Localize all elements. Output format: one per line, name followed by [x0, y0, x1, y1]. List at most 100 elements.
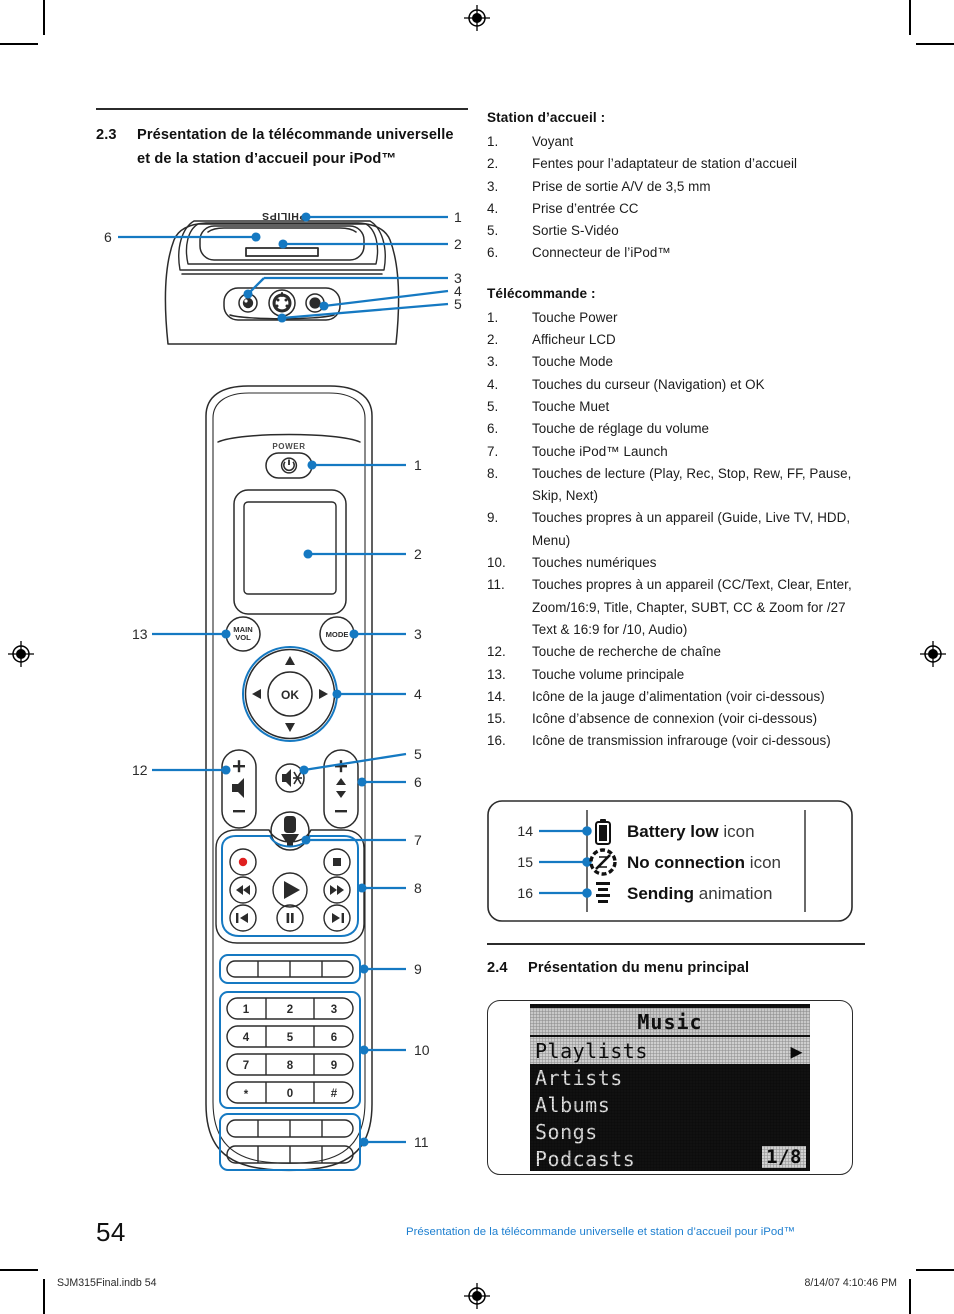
dock-callout-1: 1 [454, 209, 462, 225]
item-text: Touche de réglage du volume [532, 421, 710, 437]
svg-text:4: 4 [243, 1032, 250, 1044]
item-text: Touche volume principale [532, 666, 685, 682]
list-item: 6. Touche de réglage du volume [487, 418, 865, 440]
lcd-menu-item[interactable]: Albums [530, 1091, 810, 1118]
item-number: 1. [487, 309, 499, 325]
list-item: 1. Touche Power [487, 307, 865, 329]
dock-list-heading: Station d’accueil : [487, 110, 606, 125]
cursor-left-icon [252, 689, 261, 699]
item-number: 6. [487, 245, 499, 261]
list-item: 11. Touches propres à un appareil (CC/Tex… [487, 574, 865, 641]
item-text: Voyant [532, 134, 574, 149]
item-text: Touches du curseur (Navigation) et OK [532, 376, 765, 392]
item-text: Touche iPod™ Launch [532, 443, 668, 459]
remote-callout-1: 1 [414, 457, 422, 473]
mode-label: MODE [326, 630, 349, 639]
item-text: Touche de recherche de chaîne [532, 644, 722, 660]
lcd-menu-item[interactable]: Songs [530, 1118, 810, 1145]
lcd-menu-item-label: Podcasts [535, 1146, 636, 1171]
item-number: 12. [487, 644, 506, 660]
item-number: 14. [487, 688, 506, 704]
list-item: 8. Touches de lecture (Play, Rec, Stop, R… [487, 463, 865, 508]
fast-forward-icon [330, 885, 344, 895]
dock-list: 1. Voyant 2. Fentes pour l’adaptateur de s… [487, 131, 865, 265]
list-item: 4. Prise d’entrée CC [487, 198, 865, 220]
section-2-4-number: 2.4 [487, 959, 508, 976]
svg-text:9: 9 [331, 1060, 337, 1072]
lcd-menu-item-selected[interactable]: Playlists ▶ [530, 1037, 810, 1064]
svg-text:3: 3 [331, 1004, 337, 1016]
item-number: 6. [487, 421, 499, 437]
section-2-4-title: Présentation du menu principal [528, 959, 750, 976]
item-text: Connecteur de l’iPod™ [532, 245, 671, 261]
left-column: 2.3 Présentation de la télécommande univ… [96, 108, 468, 172]
item-number: 15. [487, 711, 506, 727]
right-column: Station d’accueil : 1. Voyant 2. Fentes po… [487, 108, 865, 753]
registration-mark-left [8, 641, 34, 667]
item-text: Touches propres à un appareil (CC/Text, … [532, 577, 852, 637]
icon-legend-row-15-text: No connection icon [627, 853, 781, 872]
item-text: Touche Mode [532, 354, 613, 370]
svg-text:0: 0 [287, 1088, 293, 1100]
crop-mark-bottom-left-v [43, 1279, 45, 1314]
list-item: 16. Icône de transmission infrarouge (voi… [487, 730, 865, 752]
crop-mark-top-left-h [0, 43, 38, 45]
list-item: 2. Afficheur LCD [487, 329, 865, 351]
lcd-menu-item-label: Artists [535, 1065, 623, 1090]
crop-mark-bottom-right-h [916, 1269, 954, 1271]
dock-brand-label: PHILIPS [261, 210, 306, 222]
crop-mark-bottom-right-v [909, 1279, 911, 1314]
item-number: 4. [487, 200, 499, 216]
item-text: Prise de sortie A/V de 3,5 mm [532, 178, 711, 194]
chevron-right-icon: ▶ [790, 1038, 803, 1063]
remote-callout-13: 13 [132, 626, 148, 642]
list-item: 7. Touche iPod™ Launch [487, 441, 865, 463]
lcd-screen: Music Playlists ▶ Artists Albums Songs P… [530, 1004, 810, 1171]
remote-callout-5: 5 [414, 746, 422, 762]
list-item: 13. Touche volume principale [487, 664, 865, 686]
remote-control-figure: POWER MAIN VOL MODE OK 1 2 3 4 5 6 7 8 9… [130, 378, 470, 1188]
status-icon-legend-figure: 14 15 16 Battery low icon No connection … [487, 800, 853, 922]
item-number: 10. [487, 555, 506, 571]
item-number: 8. [487, 465, 499, 481]
item-text: Touche Power [532, 309, 618, 325]
list-item: 2. Fentes pour l’adaptateur de station d’… [487, 153, 865, 175]
list-item: 14. Icône de la jauge d’alimentation (voi… [487, 686, 865, 708]
item-number: 1. [487, 134, 499, 149]
dock-list-group: Station d’accueil : 1. Voyant 2. Fentes po… [487, 108, 865, 265]
crop-mark-top-right-v [909, 0, 911, 35]
item-text: Fentes pour l’adaptateur de station d’ac… [532, 156, 798, 172]
item-number: 4. [487, 376, 499, 392]
power-label: POWER [272, 442, 305, 451]
item-text: Icône d’absence de connexion (voir ci-de… [532, 711, 818, 727]
lcd-menu-item-label: Playlists [535, 1038, 648, 1063]
rewind-icon [236, 885, 250, 895]
svg-text:2: 2 [287, 1004, 293, 1016]
ok-label: OK [281, 688, 299, 702]
item-number: 7. [487, 443, 499, 459]
pause-icon [286, 913, 294, 923]
item-number: 2. [487, 332, 499, 348]
cursor-down-icon [285, 723, 295, 732]
lcd-menu-item[interactable]: Artists [530, 1064, 810, 1091]
remote-callout-8: 8 [414, 880, 422, 896]
cursor-right-icon [319, 689, 328, 699]
item-text: Touche Muet [532, 398, 610, 414]
item-text: Touches propres à un appareil (Guide, Li… [532, 510, 851, 548]
section-2-3-heading: 2.3 Présentation de la télécommande univ… [96, 123, 468, 172]
record-icon [238, 857, 248, 867]
list-item: 10. Touches numériques [487, 552, 865, 574]
page-number: 54 [96, 1217, 126, 1247]
lcd-menu-item-label: Songs [535, 1119, 598, 1144]
cursor-up-icon [285, 656, 295, 665]
remote-list-heading: Télécommande : [487, 285, 596, 301]
section-divider-top [96, 108, 468, 110]
section-2-3-title: Présentation de la télécommande universe… [137, 126, 454, 168]
svg-text:#: # [331, 1088, 338, 1100]
list-item: 1. Voyant [487, 131, 865, 153]
remote-callout-3: 3 [414, 626, 422, 642]
item-text: Afficheur LCD [532, 332, 616, 348]
item-text: Touches de lecture (Play, Rec, Stop, Rew… [532, 465, 852, 504]
lcd-page-indicator: 1/8 [762, 1146, 806, 1168]
previous-icon [236, 913, 248, 923]
